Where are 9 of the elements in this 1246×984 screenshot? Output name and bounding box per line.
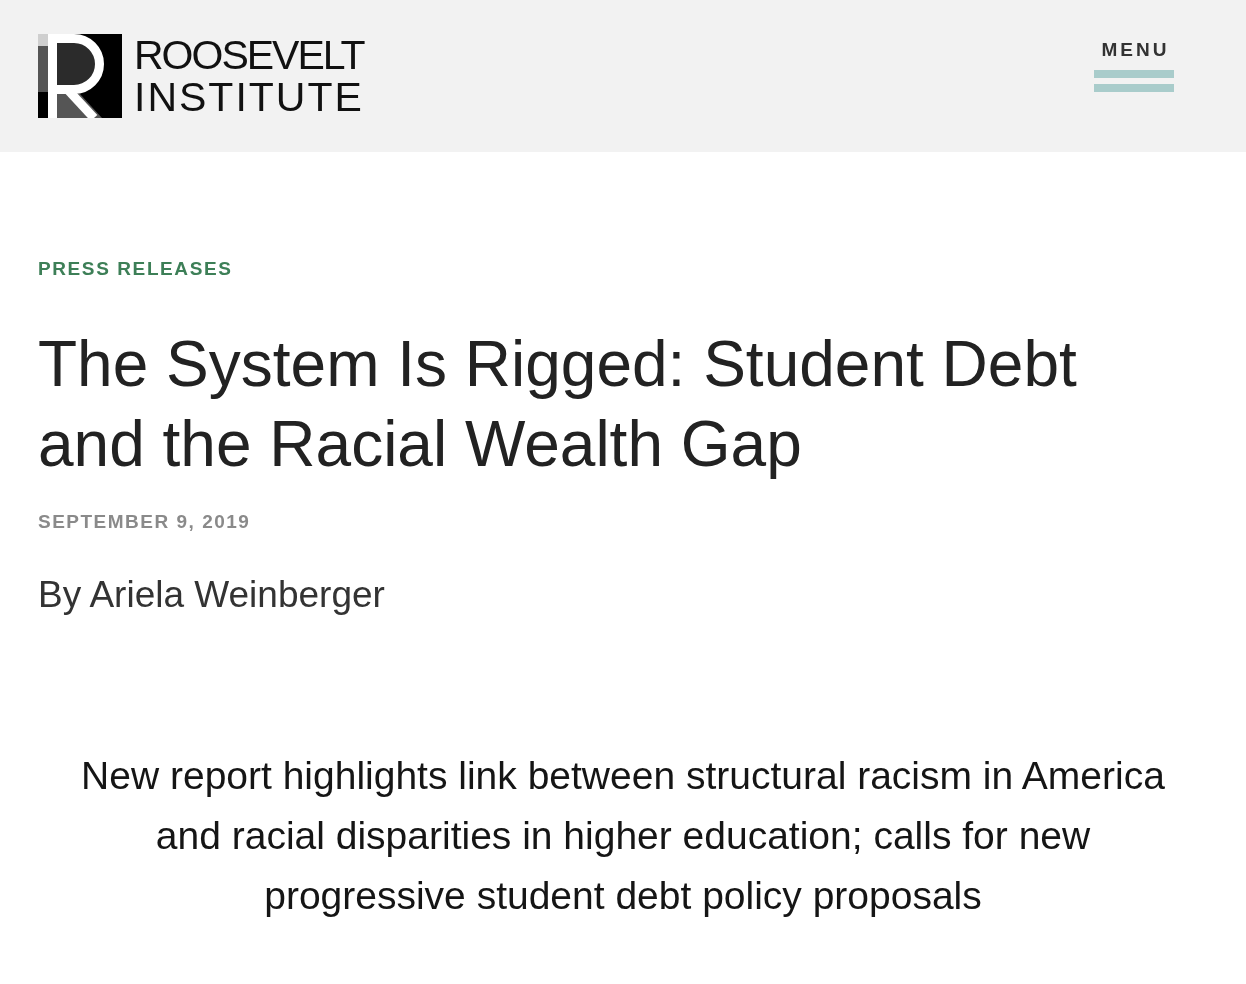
- logo-wordmark: ROOSEVELT INSTITUTE: [134, 34, 364, 118]
- publish-date: SEPTEMBER 9, 2019: [38, 510, 251, 534]
- author-byline: By Ariela Weinberger: [38, 573, 385, 617]
- category-label: PRESS RELEASES: [38, 257, 233, 281]
- article-title: The System Is Rigged: Student Debt and the Racial Wealth Gap: [38, 327, 1078, 482]
- article-subtitle: New report highlights link between structural racism in America and racial disparities in higher education; calls for new progressive student debt policy proposals: [80, 753, 1166, 919]
- logo-icon: [38, 34, 122, 118]
- menu-button[interactable]: MENU: [1094, 38, 1174, 92]
- menu-icon: [1094, 70, 1174, 92]
